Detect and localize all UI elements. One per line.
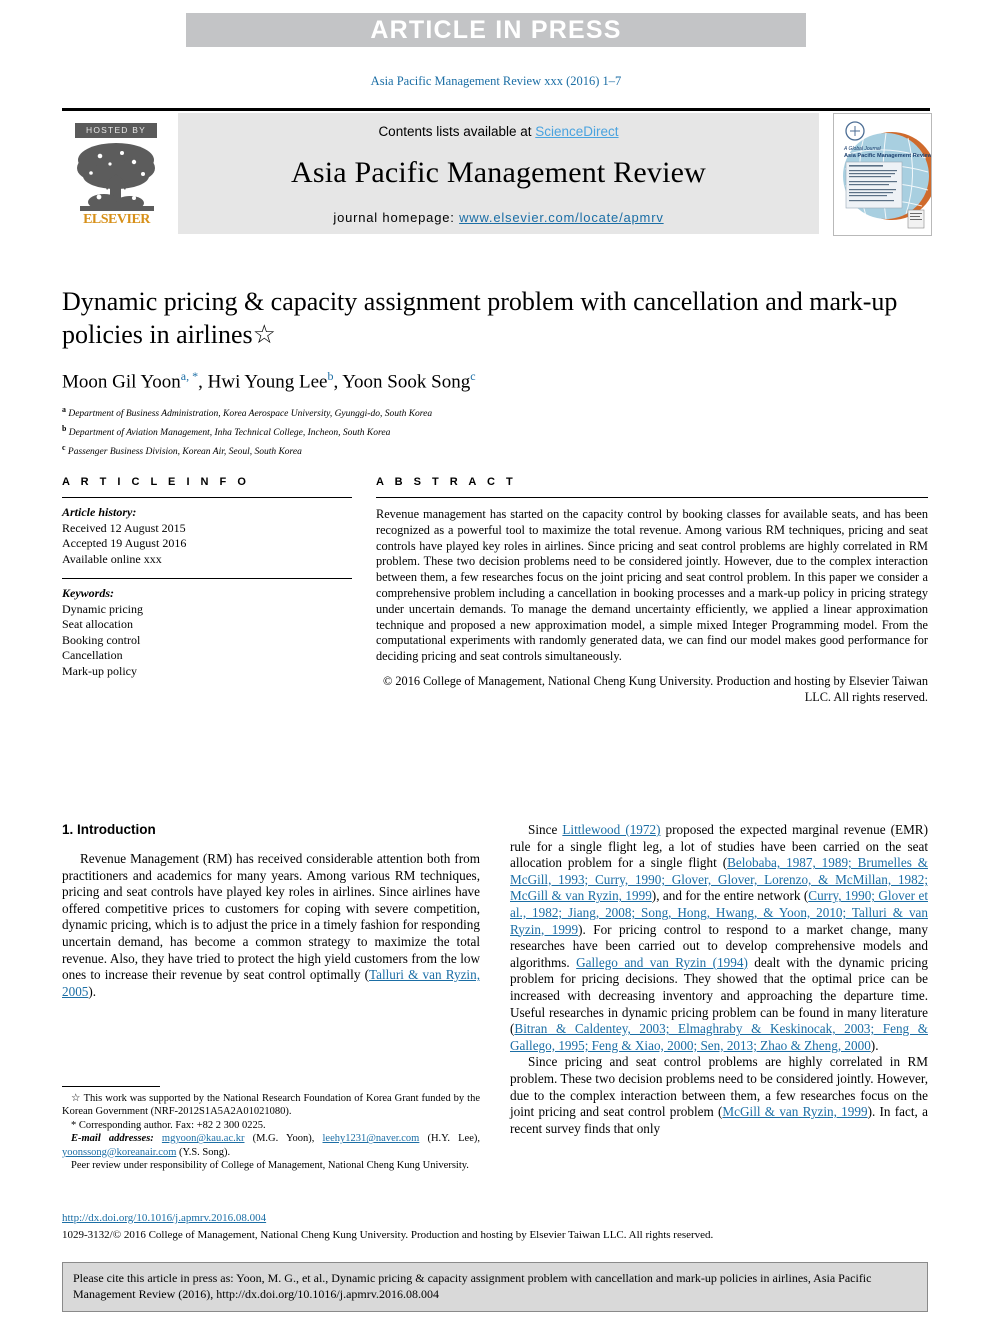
rp1-c: ), and for the entire network ( xyxy=(651,888,809,904)
abstract-text: Revenue management has started on the ca… xyxy=(376,507,928,664)
affiliation-list: a Department of Business Administration,… xyxy=(62,403,922,459)
body-right-column: Since Littlewood (1972) proposed the exp… xyxy=(510,822,928,1137)
keyword-item: Seat allocation xyxy=(62,617,133,631)
keyword-item: Dynamic pricing xyxy=(62,601,143,616)
hosted-by-label: HOSTED BY xyxy=(75,123,157,138)
journal-cover-art: A Global Journal Asia Pacific Management… xyxy=(834,114,931,235)
svg-text:Asia Pacific Management Review: Asia Pacific Management Review xyxy=(844,153,931,159)
email2-owner: (H.Y. Lee), xyxy=(419,1133,480,1145)
svg-text:A Global Journal: A Global Journal xyxy=(843,146,882,152)
email-addresses-label: E-mail addresses: xyxy=(71,1133,154,1145)
article-info-rule xyxy=(62,497,352,498)
journal-homepage-line: journal homepage: www.elsevier.com/locat… xyxy=(178,210,819,225)
article-history: Article history: Received 12 August 2015… xyxy=(62,505,352,567)
doi-link[interactable]: http://dx.doi.org/10.1016/j.apmrv.2016.0… xyxy=(62,1212,266,1224)
article-info-column: A R T I C L E I N F O Article history: R… xyxy=(62,476,352,679)
author-1-name: Moon Gil Yoon xyxy=(62,371,181,393)
abstract-heading: A B S T R A C T xyxy=(376,476,517,488)
journal-cover-thumbnail: A Global Journal Asia Pacific Management… xyxy=(833,113,932,236)
elsevier-wordmark: ELSEVIER xyxy=(83,212,150,227)
citation-littlewood-1972[interactable]: Littlewood (1972) xyxy=(562,822,660,837)
masthead-top-rule xyxy=(62,108,930,111)
introduction-paragraph-left: Revenue Management (RM) has received con… xyxy=(62,851,480,1000)
affiliation-a: a Department of Business Administration,… xyxy=(62,405,433,420)
footnote-rule xyxy=(62,1086,160,1087)
cite-this-article-box: Please cite this article in press as: Yo… xyxy=(62,1262,928,1312)
citation-mcgill-van-ryzin-1999[interactable]: McGill & van Ryzin, 1999 xyxy=(722,1104,867,1119)
author-3-name: Yoon Sook Song xyxy=(342,371,471,393)
keyword-item: Booking control xyxy=(62,632,141,647)
email-link-leehy[interactable]: leehy1231@naver.com xyxy=(323,1133,420,1144)
sciencedirect-link[interactable]: ScienceDirect xyxy=(535,124,618,139)
email3-owner: (Y.S. Song). xyxy=(176,1146,231,1158)
footnote-block: ☆ This work was supported by the Nationa… xyxy=(62,1086,480,1172)
rp1-a: Since xyxy=(528,822,563,837)
history-online: Available online xxx xyxy=(62,551,162,566)
keywords-rule xyxy=(62,578,352,579)
cite-this-article-text: Please cite this article in press as: Yo… xyxy=(73,1271,872,1301)
email-link-mgyoon[interactable]: mgyoon@kau.ac.kr xyxy=(162,1133,245,1144)
abstract-copyright: © 2016 College of Management, National C… xyxy=(382,673,928,704)
contents-available-line: Contents lists available at ScienceDirec… xyxy=(178,124,819,139)
body-left-column: 1. Introduction Revenue Management (RM) … xyxy=(62,822,480,1000)
abstract-rule xyxy=(376,497,928,498)
article-info-heading: A R T I C L E I N F O xyxy=(62,476,250,488)
keywords-list: Keywords: Dynamic pricing Seat allocatio… xyxy=(62,586,352,679)
introduction-heading: 1. Introduction xyxy=(62,822,156,837)
intro-left-tail: ). xyxy=(88,983,97,999)
keywords-label: Keywords: xyxy=(62,586,114,600)
author-2-affil-marker: b xyxy=(327,369,334,383)
history-received: Received 12 August 2015 xyxy=(62,520,186,535)
author-1-affil-marker: a, * xyxy=(180,369,199,383)
introduction-paragraph-right-1: Since Littlewood (1972) proposed the exp… xyxy=(510,822,928,1054)
citation-group-dynamic-pricing[interactable]: Bitran & Caldentey, 2003; Elmaghraby & K… xyxy=(510,1021,928,1053)
article-history-label: Article history: xyxy=(62,505,137,519)
affiliation-b: b Department of Aviation Management, Inh… xyxy=(62,423,391,439)
footnote-funding: ☆ This work was supported by the Nationa… xyxy=(62,1093,480,1118)
email1-owner: (M.G. Yoon), xyxy=(244,1133,323,1145)
history-accepted: Accepted 19 August 2016 xyxy=(62,536,187,550)
running-head: Asia Pacific Management Review xxx (2016… xyxy=(370,74,622,88)
contents-prefix: Contents lists available at xyxy=(378,124,536,139)
affiliation-c: c Passenger Business Division, Korean Ai… xyxy=(62,442,302,457)
homepage-label: journal homepage: xyxy=(333,210,460,225)
elsevier-logo-block: HOSTED BY ELSEVIER xyxy=(62,113,174,234)
introduction-paragraph-right-2: Since pricing and seat control problems … xyxy=(510,1054,928,1137)
elsevier-tree-icon xyxy=(77,143,155,211)
footnote-emails: E-mail addresses: mgyoon@kau.ac.kr (M.G.… xyxy=(62,1132,480,1159)
masthead-center-panel: Contents lists available at ScienceDirec… xyxy=(178,113,819,234)
journal-masthead: HOSTED BY ELSEVIER Contents lists availa… xyxy=(62,108,932,236)
article-in-press-label: ARTICLE IN PRESS xyxy=(370,15,622,44)
doi-block: http://dx.doi.org/10.1016/j.apmrv.2016.0… xyxy=(62,1208,930,1241)
abstract-column: A B S T R A C T Revenue management has s… xyxy=(376,476,928,706)
journal-title: Asia Pacific Management Review xyxy=(290,156,707,189)
title-block: Dynamic pricing & capacity assignment pr… xyxy=(62,285,922,459)
paper-title: Dynamic pricing & capacity assignment pr… xyxy=(62,287,898,349)
article-in-press-banner: ARTICLE IN PRESS xyxy=(186,13,806,47)
citation-gallego-van-ryzin-1994[interactable]: Gallego and van Ryzin (1994) xyxy=(576,955,748,970)
footnote-peer-review: Peer review under responsibility of Coll… xyxy=(71,1160,469,1172)
journal-homepage-link[interactable]: www.elsevier.com/locate/apmrv xyxy=(459,210,664,225)
author-list: Moon Gil Yoona, *, Hwi Young Leeb, Yoon … xyxy=(62,369,476,393)
author-2-name: Hwi Young Lee xyxy=(207,371,328,393)
intro-left-text: Revenue Management (RM) has received con… xyxy=(62,851,480,983)
rp1-f: ). xyxy=(870,1037,879,1053)
author-3-affil-marker: c xyxy=(470,369,476,383)
keyword-item: Cancellation xyxy=(62,648,123,662)
footnote-corresponding-author: * Corresponding author. Fax: +82 2 300 0… xyxy=(71,1119,266,1131)
issn-copyright-line: 1029-3132/© 2016 College of Management, … xyxy=(62,1229,714,1241)
keyword-item: Mark-up policy xyxy=(62,663,137,678)
email-link-yoonssong[interactable]: yoonssong@koreanair.com xyxy=(62,1147,176,1158)
